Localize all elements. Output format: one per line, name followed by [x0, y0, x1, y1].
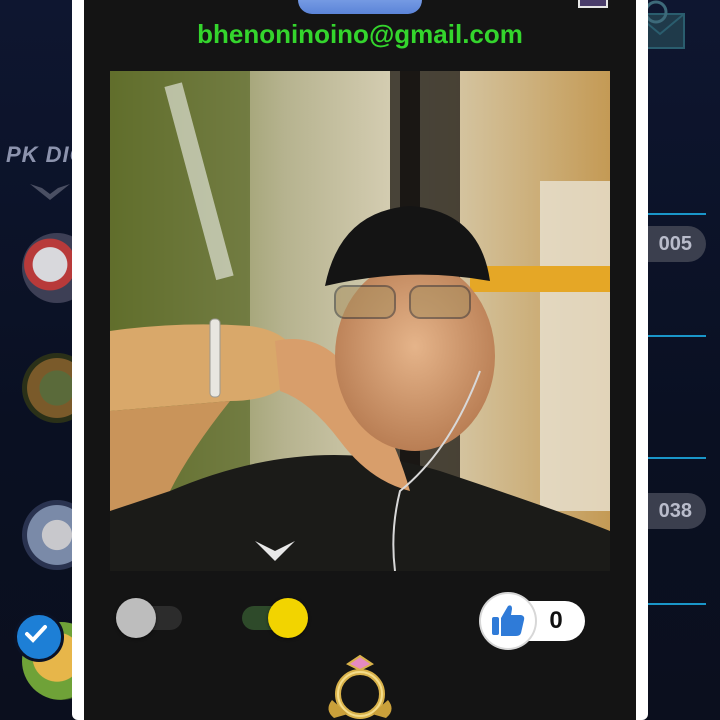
like-circle [481, 594, 535, 648]
user-email: bhenoninoino@gmail.com [197, 19, 523, 49]
toggle-knob [268, 598, 308, 638]
close-icon[interactable] [578, 0, 608, 8]
like-count: 0 [549, 607, 563, 634]
emblem-icon [30, 184, 70, 200]
toggle-knob [116, 598, 156, 638]
thumbs-up-icon [492, 605, 525, 636]
verified-badge-icon [14, 612, 64, 662]
modal-top-button[interactable] [298, 0, 422, 14]
like-button[interactable]: 0 [481, 594, 585, 648]
selfie-photo[interactable] [110, 71, 610, 571]
toggle-right[interactable] [240, 598, 308, 638]
toggle-left[interactable] [116, 598, 184, 638]
ring-crest-icon [328, 654, 392, 719]
